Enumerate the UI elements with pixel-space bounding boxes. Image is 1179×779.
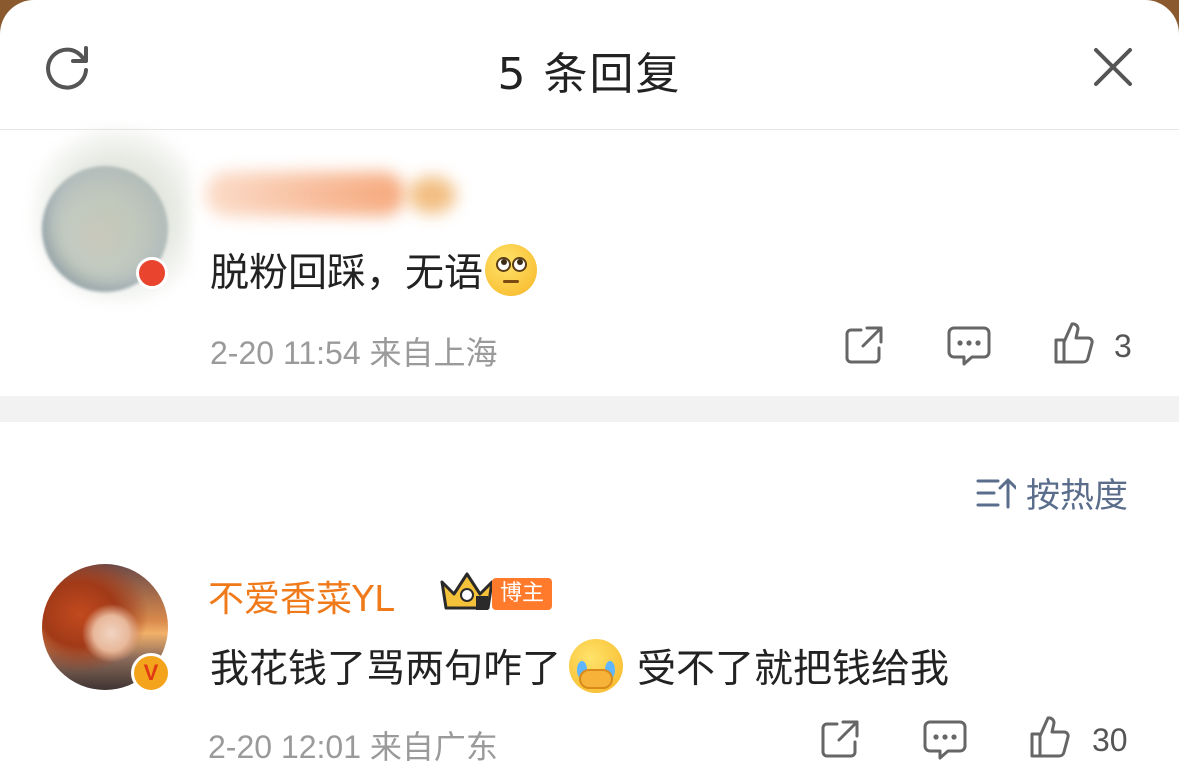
sort-label: 按热度 (1026, 476, 1128, 516)
comment-time: 2-20 12:01 (208, 729, 362, 765)
user-badge-icon (136, 257, 168, 289)
comment-icon[interactable] (946, 324, 992, 368)
comment-text-body: 脱粉回踩，无语 (210, 251, 484, 296)
comment-text-body: 我花钱了骂两句咋了 (210, 647, 562, 692)
like-icon[interactable] (1052, 320, 1096, 366)
rolling-eyes-emoji-icon (485, 244, 538, 296)
replies-sheet: 5 条回复 脱粉回踩，无语 2-20 11:54 来自上海 3 按热度 V 不爱… (0, 0, 1179, 779)
share-icon[interactable] (819, 718, 861, 760)
like-count: 30 (1092, 722, 1128, 758)
sort-icon (976, 478, 1016, 508)
author-badge: 博主 (492, 578, 553, 610)
username-blurred (205, 172, 405, 216)
crying-emoji-icon (569, 639, 624, 693)
page-title: 5 条回复 (497, 49, 682, 100)
like-count: 3 (1114, 328, 1132, 364)
like-icon[interactable] (1028, 714, 1072, 760)
header: 5 条回复 (0, 0, 1179, 130)
close-icon[interactable] (1088, 42, 1138, 92)
section-divider (0, 396, 1179, 422)
share-icon[interactable] (843, 324, 885, 366)
comment-time: 2-20 11:54 (210, 335, 361, 371)
comment-meta: 2-20 12:01 来自广东 (208, 722, 498, 768)
comment-text-body-2: 受不了就把钱给我 (637, 647, 950, 692)
sort-toggle[interactable]: 按热度 (976, 468, 1128, 517)
verified-v-icon: V (131, 653, 171, 693)
comment-meta: 2-20 11:54 来自上海 (210, 328, 498, 374)
comment-location: 来自广东 (369, 729, 498, 765)
comment-text: 我花钱了骂两句咋了 受不了就把钱给我 (210, 638, 949, 694)
comment-username[interactable]: 不爱香菜YL (208, 570, 394, 622)
level-badge-blurred (408, 176, 456, 214)
comment-text: 脱粉回踩，无语 (210, 242, 538, 298)
comment-location: 来自上海 (369, 335, 498, 371)
crown-icon (440, 572, 494, 610)
comment-icon[interactable] (922, 718, 968, 762)
